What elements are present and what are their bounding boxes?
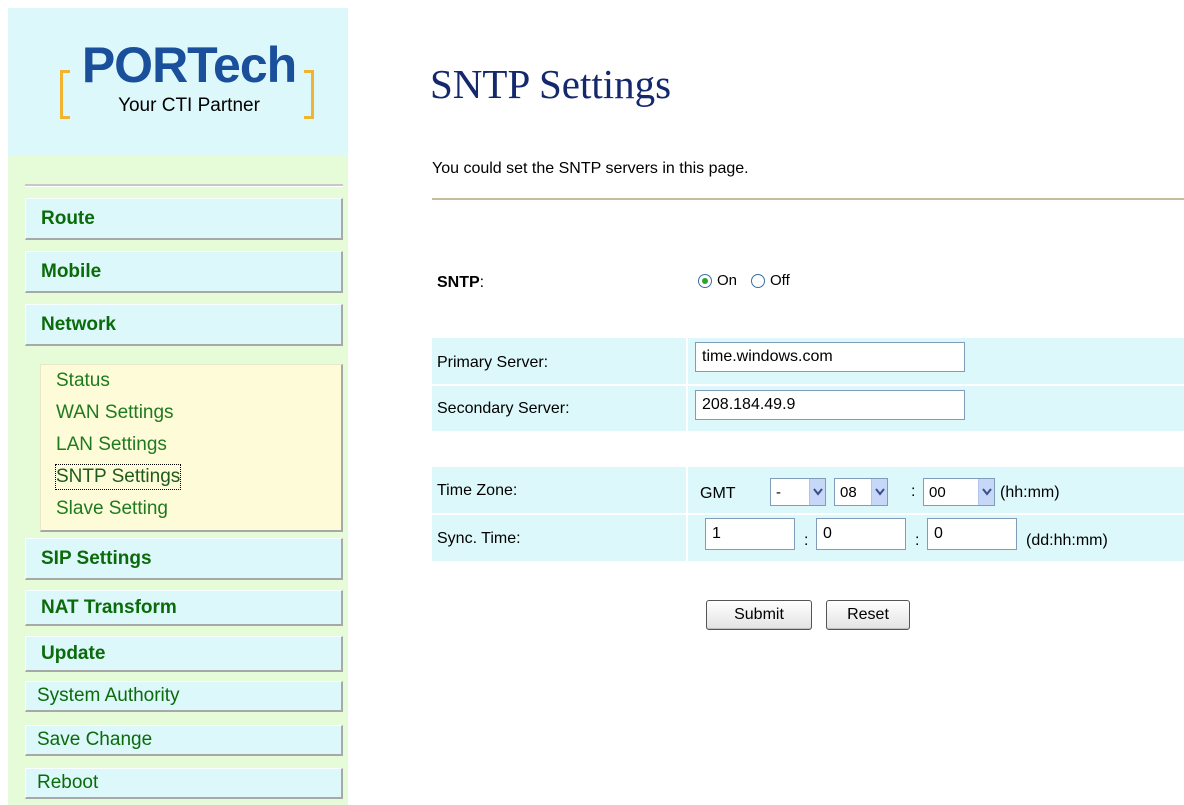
logo-area: PORTech Your CTI Partner <box>8 8 348 155</box>
sidebar-item-mobile[interactable]: Mobile <box>25 251 343 293</box>
chevron-down-icon <box>809 479 825 505</box>
sntp-radio-group: On Off <box>698 272 804 289</box>
submenu-item-slave-setting[interactable]: Slave Setting <box>56 497 168 521</box>
sidebar-item-route[interactable]: Route <box>25 198 343 240</box>
page-description: You could set the SNTP servers in this p… <box>432 160 749 177</box>
title-divider <box>432 198 1184 200</box>
secondary-server-input[interactable] <box>695 390 965 420</box>
sync-minutes-input[interactable] <box>927 518 1017 550</box>
sntp-on-radio[interactable] <box>698 273 712 288</box>
sidebar-item-system-authority[interactable]: System Authority <box>25 681 343 712</box>
submenu-item-lan-settings[interactable]: LAN Settings <box>56 433 167 457</box>
submenu-item-status[interactable]: Status <box>56 369 110 393</box>
time-zone-sign-value: - <box>776 483 781 501</box>
sidebar: PORTech Your CTI Partner Route Mobile Ne… <box>8 8 348 805</box>
time-zone-label: Time Zone: <box>437 482 518 499</box>
time-zone-colon: : <box>911 483 916 500</box>
time-zone-sign-select[interactable]: - <box>770 478 826 506</box>
sidebar-item-reboot[interactable]: Reboot <box>25 768 343 799</box>
sync-colon-2: : <box>915 532 920 549</box>
submenu-item-wan-settings[interactable]: WAN Settings <box>56 401 174 425</box>
sync-time-label: Sync. Time: <box>437 530 521 547</box>
time-zone-gmt-label: GMT <box>700 485 736 502</box>
sidebar-divider <box>25 184 343 187</box>
logo-tagline: Your CTI Partner <box>118 95 260 116</box>
sidebar-item-save-change[interactable]: Save Change <box>25 725 343 756</box>
logo-bracket-right <box>304 70 314 119</box>
time-zone-format: (hh:mm) <box>1000 484 1060 501</box>
logo-bracket-left <box>60 70 70 119</box>
sync-time-format: (dd:hh:mm) <box>1026 532 1108 549</box>
page-title: SNTP Settings <box>430 61 672 107</box>
time-zone-minutes-select[interactable]: 00 <box>923 478 995 506</box>
sync-colon-1: : <box>804 532 809 549</box>
sntp-off-label: Off <box>770 272 790 289</box>
chevron-down-icon <box>871 479 887 505</box>
primary-server-label: Primary Server: <box>437 354 549 371</box>
sync-hours-input[interactable] <box>816 518 906 550</box>
sntp-on-label: On <box>717 272 738 289</box>
sidebar-item-sip-settings[interactable]: SIP Settings <box>25 538 343 580</box>
sntp-off-radio[interactable] <box>751 273 766 288</box>
sidebar-item-network[interactable]: Network <box>25 304 343 346</box>
logo-brand: PORTech <box>81 37 297 93</box>
sidebar-item-update[interactable]: Update <box>25 636 343 672</box>
time-zone-hours-value: 08 <box>840 483 857 501</box>
sync-days-input[interactable] <box>705 518 795 550</box>
time-zone-hours-select[interactable]: 08 <box>834 478 888 506</box>
submit-button[interactable]: Submit <box>706 600 812 630</box>
network-submenu: Status WAN Settings LAN Settings SNTP Se… <box>40 364 343 532</box>
portech-logo: PORTech Your CTI Partner <box>60 36 320 132</box>
sidebar-item-nat-transform[interactable]: NAT Transform <box>25 590 343 626</box>
server-cell-separator <box>686 338 688 431</box>
chevron-down-icon <box>978 479 994 505</box>
reset-button[interactable]: Reset <box>826 600 910 630</box>
submenu-item-sntp-settings[interactable]: SNTP Settings <box>54 464 182 490</box>
time-zone-minutes-value: 00 <box>929 483 946 501</box>
time-cell-separator <box>686 467 688 561</box>
sntp-label-colon: : <box>479 274 485 291</box>
secondary-server-label: Secondary Server: <box>437 400 570 417</box>
primary-server-input[interactable] <box>695 342 965 372</box>
sntp-label: SNTP: <box>437 274 484 292</box>
sntp-label-text: SNTP <box>437 274 480 291</box>
